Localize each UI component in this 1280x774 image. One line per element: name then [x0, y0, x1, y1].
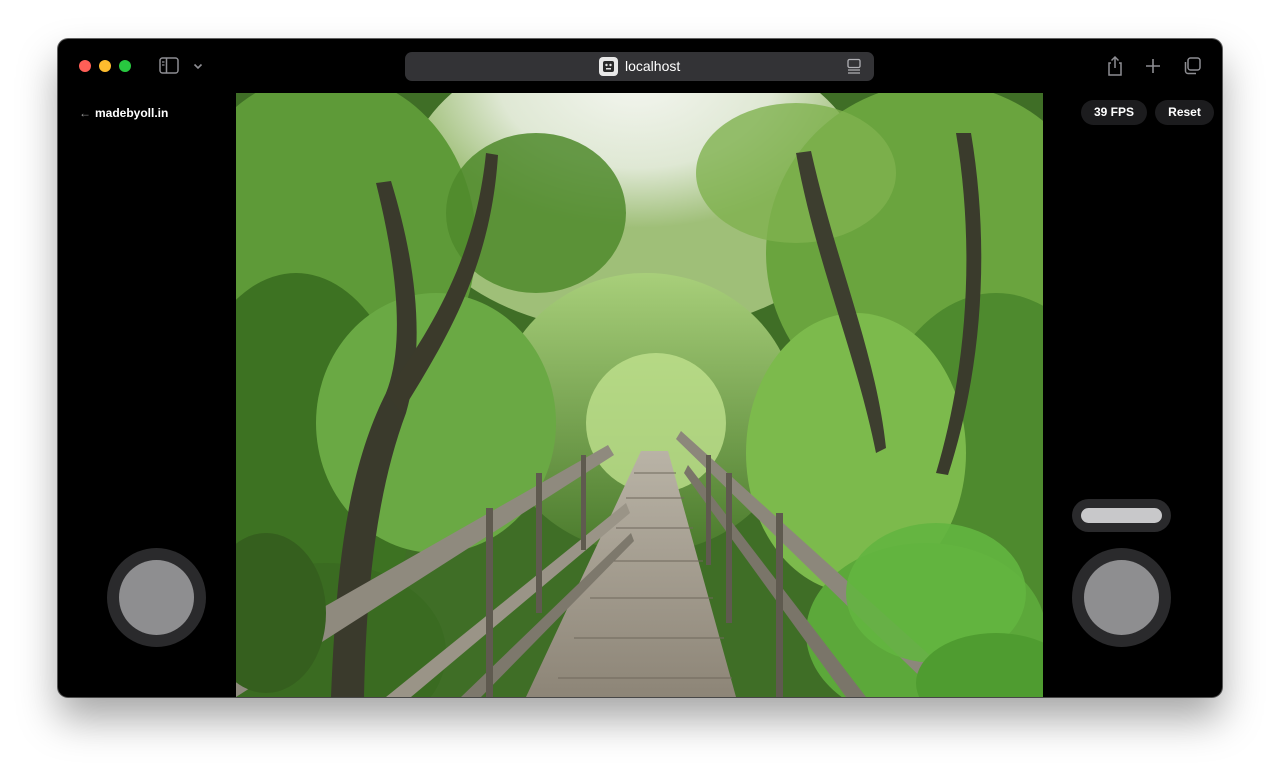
fps-counter: 39 FPS — [1081, 100, 1147, 125]
close-window-button[interactable] — [79, 60, 91, 72]
back-link-label: madebyoll.in — [95, 106, 169, 120]
minimize-window-button[interactable] — [99, 60, 111, 72]
share-icon[interactable] — [1106, 55, 1124, 77]
url-text: localhost — [625, 58, 681, 74]
back-link[interactable]: ← madebyoll.in — [79, 106, 168, 120]
jump-button-bar — [1081, 508, 1162, 523]
site-icon — [599, 57, 618, 76]
look-joystick-knob[interactable] — [1084, 560, 1159, 635]
chevron-down-icon[interactable] — [192, 60, 204, 72]
reset-button[interactable]: Reset — [1155, 100, 1214, 125]
sidebar-icon[interactable] — [159, 57, 179, 74]
jump-button[interactable] — [1072, 499, 1171, 532]
scene-canvas — [236, 93, 1043, 697]
move-joystick-knob[interactable] — [119, 560, 194, 635]
zoom-window-button[interactable] — [119, 60, 131, 72]
browser-toolbar: localhost — [58, 39, 1222, 93]
tabs-icon[interactable] — [1182, 56, 1202, 76]
move-joystick[interactable] — [107, 548, 206, 647]
back-arrow-icon: ← — [79, 106, 91, 120]
reader-icon[interactable] — [846, 58, 862, 75]
address-bar[interactable]: localhost — [405, 52, 874, 81]
look-joystick[interactable] — [1072, 548, 1171, 647]
plus-icon[interactable] — [1144, 57, 1162, 75]
browser-window: localhost ← madebyoll.in 39 FPS Reset — [58, 39, 1222, 697]
boardwalk-forest-scene[interactable] — [236, 93, 1043, 697]
